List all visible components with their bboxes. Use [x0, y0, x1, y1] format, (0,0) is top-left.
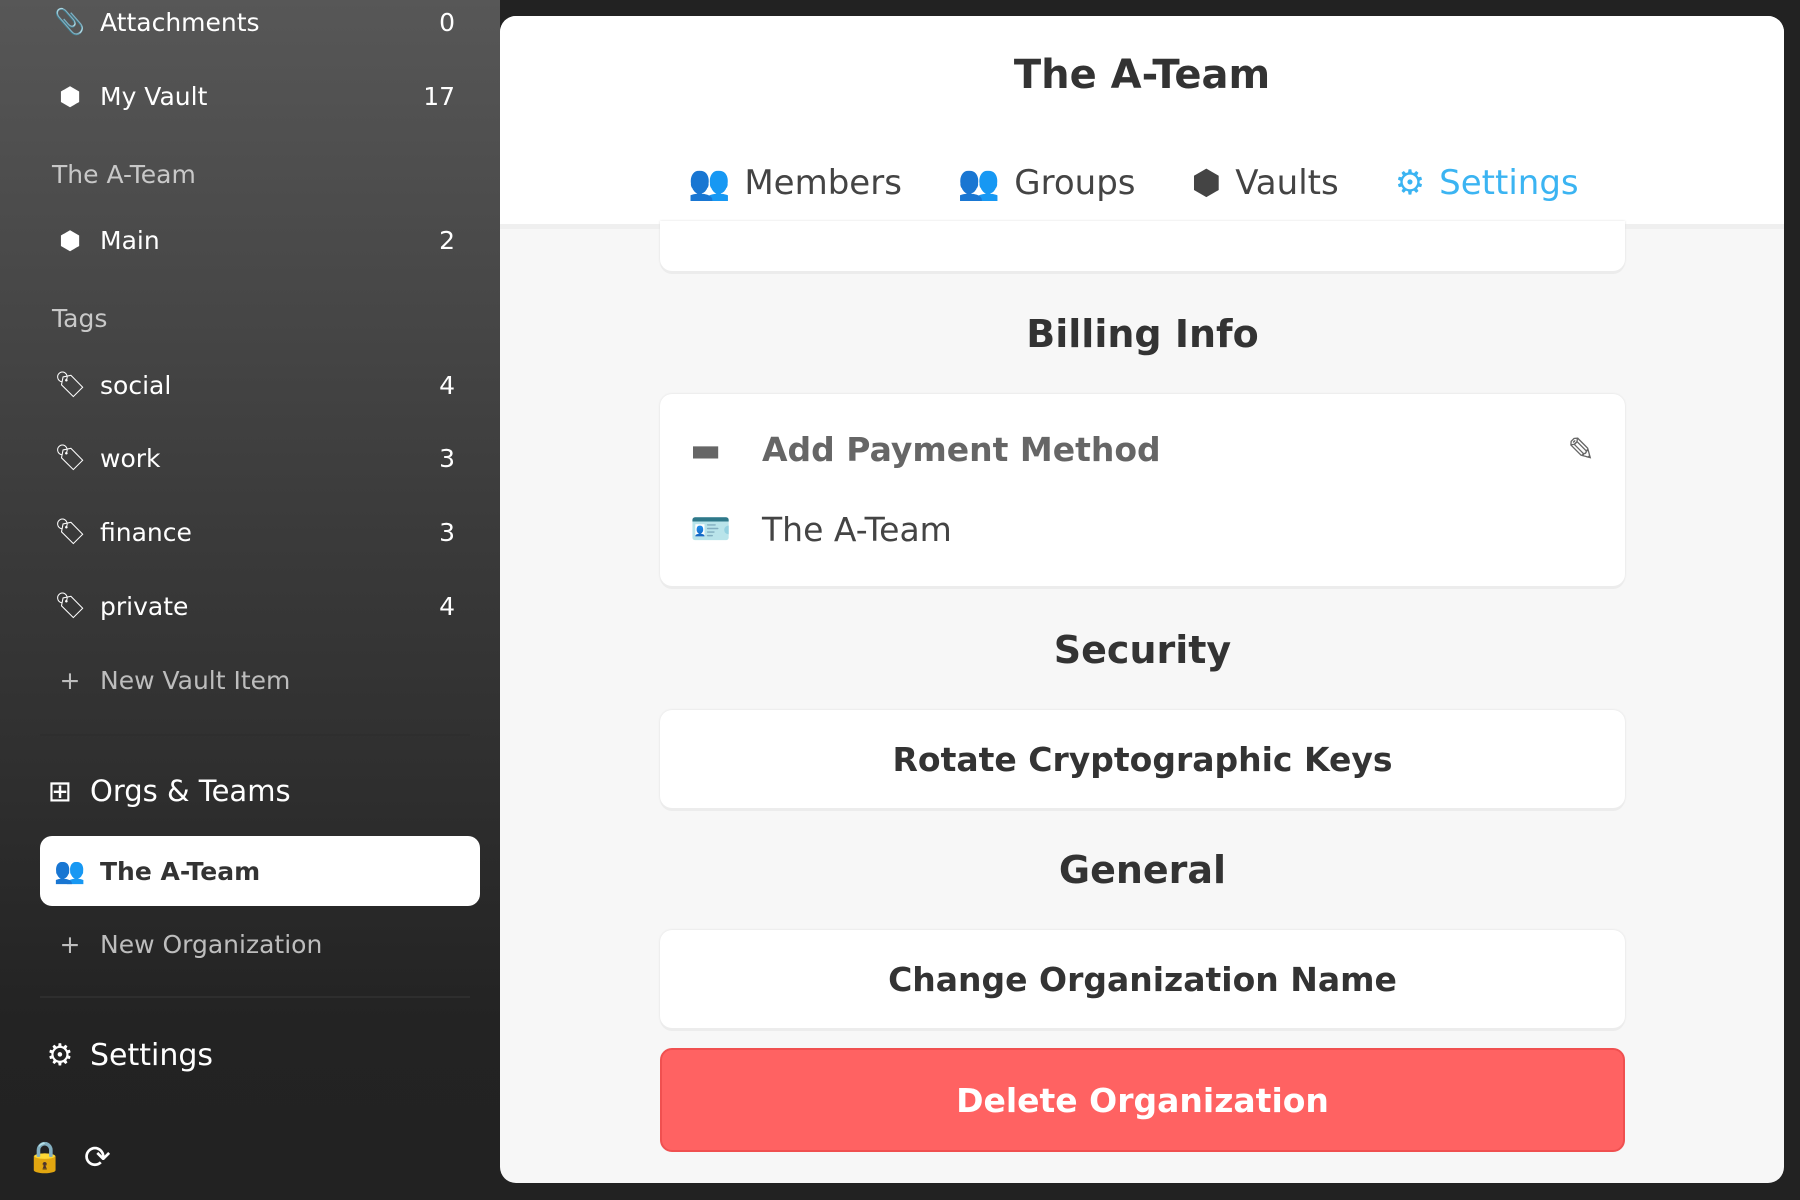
tab-vaults[interactable]: ⬢ Vaults: [1164, 141, 1367, 229]
cube-icon: ⬢: [59, 81, 81, 111]
tag-work[interactable]: 🏷 work 3: [40, 428, 480, 488]
divider: [40, 996, 470, 998]
plus-icon: +: [59, 929, 81, 959]
users-cog-icon: 👥: [957, 162, 1001, 203]
previous-card: [660, 221, 1625, 271]
orgs-teams-header[interactable]: ⊞ Orgs & Teams: [30, 761, 470, 821]
tag-icon: 🏷: [54, 517, 86, 546]
cubes-icon: ⬢: [1191, 162, 1222, 203]
sidebar-item-attachments[interactable]: 📎 Attachments 0: [40, 0, 480, 52]
sidebar-item-main[interactable]: ⬢ Main 2: [40, 210, 480, 270]
sidebar-item-the-a-team[interactable]: 👥 The A-Team: [40, 836, 480, 906]
new-vault-item-button[interactable]: + New Vault Item: [40, 650, 480, 710]
sitemap-icon: ⊞: [47, 774, 73, 808]
paperclip-icon: 📎: [54, 7, 86, 36]
tab-settings[interactable]: ⚙ Settings: [1366, 141, 1607, 229]
tag-icon: 🏷: [54, 591, 86, 620]
billing-name-row: 🪪 The A-Team: [690, 509, 952, 549]
general-heading: General: [1058, 848, 1227, 892]
users-icon: 👥: [688, 162, 731, 203]
sidebar-settings[interactable]: ⚙ Settings: [30, 1025, 470, 1085]
tag-private[interactable]: 🏷 private 4: [40, 576, 480, 636]
users-icon: 👥: [54, 856, 86, 885]
security-heading: Security: [1053, 628, 1232, 672]
gear-icon: ⚙: [46, 1037, 74, 1073]
delete-organization-button[interactable]: Delete Organization: [660, 1048, 1625, 1152]
main-panel: The A-Team 👥 Members 👥 Groups ⬢ Vaults ⚙ Set…: [500, 16, 1784, 1183]
gear-icon: ⚙: [1394, 162, 1426, 203]
change-org-name-button[interactable]: Change Organization Name: [660, 930, 1625, 1028]
billing-card: ▬ Add Payment Method ✎ 🪪 The A-Team: [660, 394, 1625, 586]
sidebar-item-my-vault[interactable]: ⬢ My Vault 17: [40, 66, 480, 126]
tag-icon: 🏷: [54, 370, 86, 399]
tag-social[interactable]: 🏷 social 4: [40, 355, 480, 415]
tag-finance[interactable]: 🏷 finance 3: [40, 502, 480, 562]
tag-icon: 🏷: [54, 443, 86, 472]
tags-section-label: Tags: [52, 304, 108, 333]
new-organization-button[interactable]: + New Organization: [40, 914, 480, 974]
tabs: 👥 Members 👥 Groups ⬢ Vaults ⚙ Settings: [660, 141, 1607, 229]
lock-icon[interactable]: 🔒: [26, 1140, 63, 1175]
sidebar: 📎 Attachments 0 ⬢ My Vault 17 The A-Team ⬢ Ma…: [0, 0, 500, 1200]
org-section-label: The A-Team: [52, 160, 196, 189]
sync-icon[interactable]: ⟳: [84, 1138, 111, 1176]
add-payment-method[interactable]: ▬ Add Payment Method ✎: [660, 409, 1625, 489]
tab-members[interactable]: 👥 Members: [660, 141, 930, 229]
plus-icon: +: [59, 665, 81, 695]
header: The A-Team 👥 Members 👥 Groups ⬢ Vaults ⚙ Set…: [500, 16, 1784, 229]
credit-card-icon: ▬: [690, 429, 722, 469]
page-title: The A-Team: [1013, 52, 1271, 98]
rotate-keys-button[interactable]: Rotate Cryptographic Keys: [660, 710, 1625, 808]
divider: [40, 734, 470, 736]
id-card-icon: 🪪: [690, 509, 732, 548]
tab-groups[interactable]: 👥 Groups: [930, 141, 1164, 229]
pencil-icon[interactable]: ✎: [1567, 430, 1595, 469]
billing-heading: Billing Info: [1026, 312, 1259, 356]
cube-icon: ⬢: [59, 225, 81, 255]
